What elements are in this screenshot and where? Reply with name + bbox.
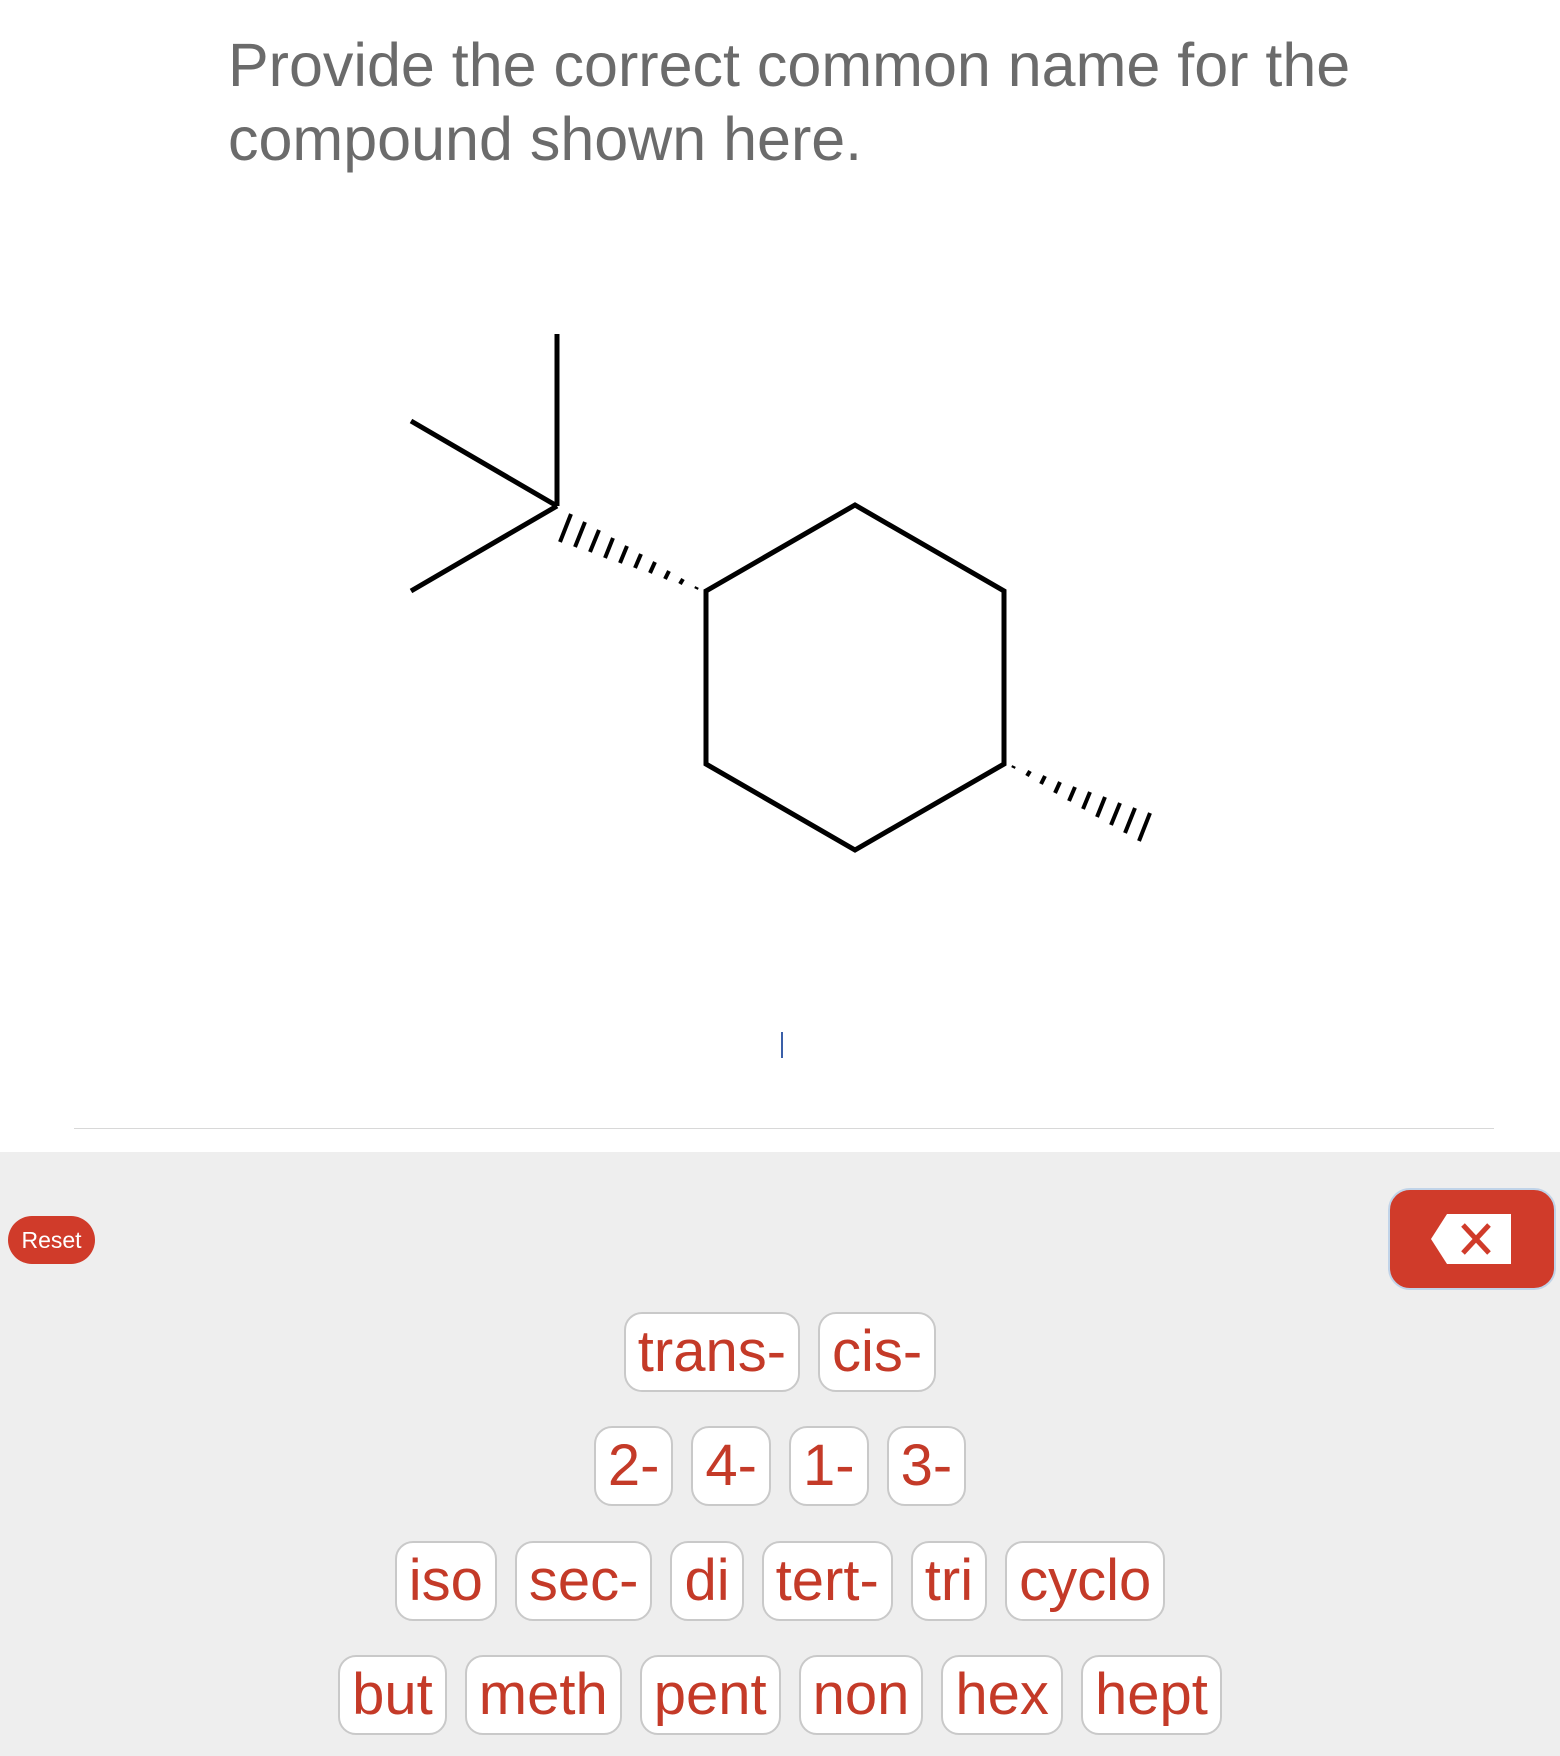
key-4[interactable]: 4- <box>691 1426 771 1506</box>
cyclohexane-ring <box>703 502 1007 853</box>
key-iso[interactable]: iso <box>394 1541 497 1621</box>
key-cyclo[interactable]: cyclo <box>1005 1541 1166 1621</box>
key-non[interactable]: non <box>798 1655 924 1735</box>
molecule-structure <box>409 334 1152 853</box>
backspace-button[interactable] <box>1388 1188 1556 1290</box>
keyboard-row-locants: 2- 4- 1- 3- <box>0 1426 1560 1506</box>
key-but[interactable]: but <box>338 1655 447 1735</box>
question-line-2: compound shown here. <box>228 105 863 173</box>
keyboard-row-isomer: trans- cis- <box>0 1312 1560 1392</box>
key-trans[interactable]: trans- <box>623 1312 801 1392</box>
key-3[interactable]: 3- <box>886 1426 967 1506</box>
key-tri[interactable]: tri <box>910 1541 988 1621</box>
key-sec[interactable]: sec- <box>514 1541 653 1621</box>
hashed-wedge-methyl <box>1011 765 1152 842</box>
key-di[interactable]: di <box>670 1541 744 1621</box>
bond-methyl-left-lower <box>409 503 559 594</box>
reset-button[interactable]: Reset <box>8 1216 95 1264</box>
key-2[interactable]: 2- <box>593 1426 674 1506</box>
question-line-1: Provide the correct common name for the <box>228 31 1351 99</box>
keyboard-row-roots: but meth pent non hex hept <box>0 1655 1560 1735</box>
key-meth[interactable]: meth <box>464 1655 622 1735</box>
hashed-wedge-tertbutyl <box>558 513 699 590</box>
answer-field[interactable] <box>74 1020 1494 1080</box>
skeletal-bonds <box>409 334 1007 853</box>
answer-divider <box>74 1128 1494 1129</box>
backspace-icon <box>1431 1214 1511 1264</box>
question-text: Provide the correct common name for the … <box>228 28 1428 176</box>
key-hept[interactable]: hept <box>1080 1655 1222 1735</box>
key-1[interactable]: 1- <box>789 1426 869 1506</box>
key-pent[interactable]: pent <box>639 1655 781 1735</box>
bond-methyl-left-upper <box>409 418 559 509</box>
key-hex[interactable]: hex <box>941 1655 1063 1735</box>
keyboard-row-prefixes: iso sec- di tert- tri cyclo <box>0 1541 1560 1621</box>
key-cis[interactable]: cis- <box>818 1312 937 1392</box>
key-tert[interactable]: tert- <box>761 1541 893 1621</box>
